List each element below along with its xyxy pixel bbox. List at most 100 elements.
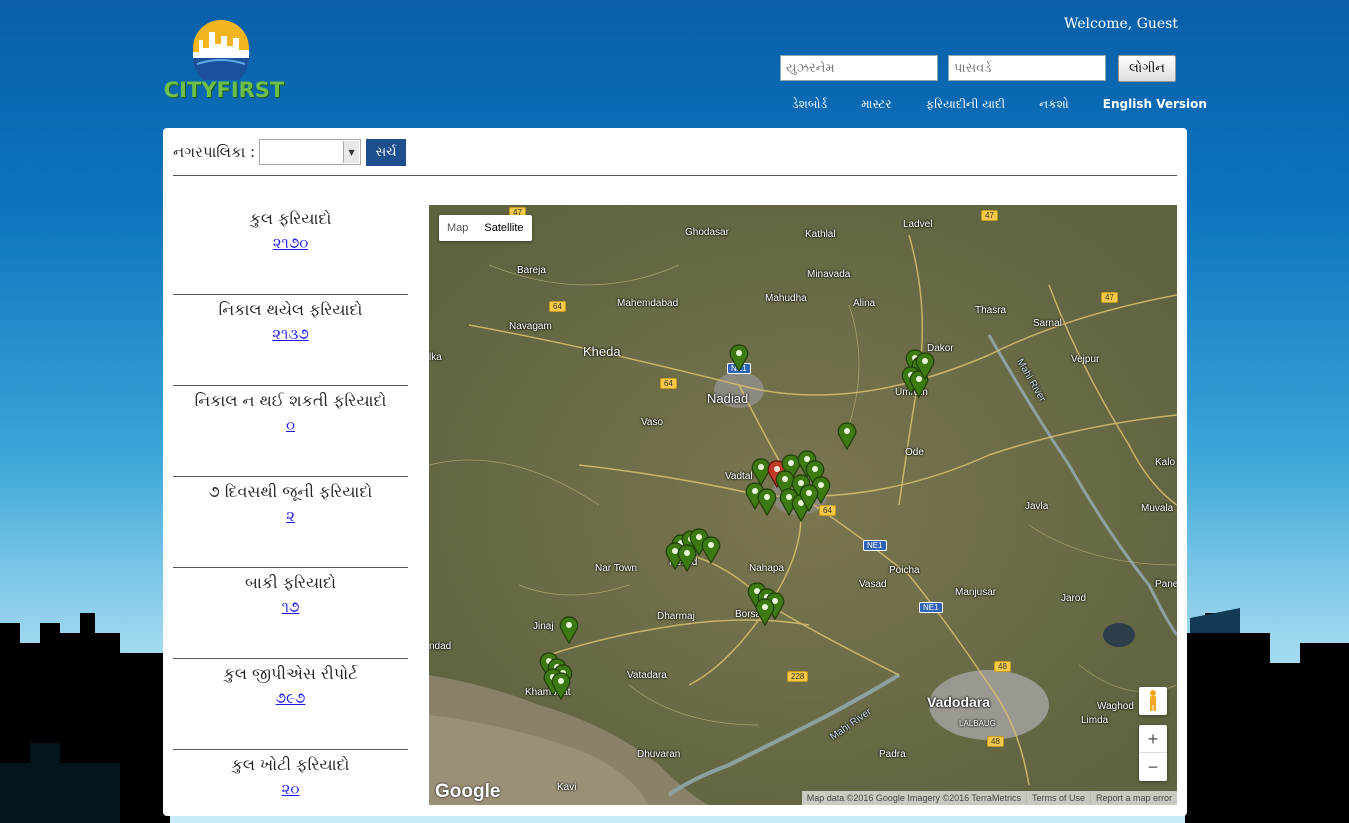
stat-label: ૭ દિવસથી જૂની ફરિયાદો [208,482,373,501]
password-input[interactable] [948,55,1106,81]
place-label: Jinaj [533,621,554,632]
place-label: Dhuvaran [637,749,681,760]
municipality-label: નગરપાલિકા : [173,143,256,161]
stat-false-complaints: કુલ ખોટી ફરિયાદો ૨૦ [173,750,408,823]
stat-value-link[interactable]: ૨ [286,507,295,525]
map-attribution: Map data ©2016 Google Imagery ©2016 Terr… [801,791,1177,805]
divider [173,175,1177,176]
place-label: Vadodara [927,694,991,710]
chevron-down-icon[interactable]: ▼ [343,141,360,163]
nav-map[interactable]: નકશો [1039,97,1069,112]
report-map-error-link[interactable]: Report a map error [1089,791,1177,805]
place-label: Vadtal [725,471,753,482]
map-data-credit: Map data ©2016 Google Imagery ©2016 Terr… [806,793,1021,803]
place-label: Minavada [807,269,851,280]
nav-master[interactable]: માસ્ટર [861,97,892,112]
place-label: Mahemdabad [617,298,679,309]
municipality-select[interactable]: ▼ [259,139,362,165]
main-panel: નગરપાલિકા : ▼ સર્ચ કુલ ફરિયાદો ૨૧૭૦ નિકા… [163,128,1187,816]
place-label: LALBAUG [959,719,996,728]
place-label: Nahapa [749,563,785,574]
place-label: Javla [1025,501,1049,512]
place-label: Vaso [641,417,664,428]
place-label: Bareja [517,265,546,276]
place-label: Nadiad [707,391,749,406]
map-type-satellite-button[interactable]: Satellite [476,215,531,241]
stat-pending-complaints: બાકી ફરિયાદો ૧૭ [173,568,408,659]
stat-value-link[interactable]: ૨૧૩૭ [272,325,309,343]
login-form: લોગીન [780,55,1176,82]
place-label: Vatadara [627,670,667,681]
stat-older-than-7-days: ૭ દિવસથી જૂની ફરિયાદો ૨ [173,477,408,568]
place-label: Jarod [1061,593,1087,604]
stat-value-link[interactable]: ૨૧૭૦ [273,234,309,252]
stat-value-link[interactable]: ૨૦ [282,780,300,798]
welcome-text: Welcome, Guest [1063,16,1178,32]
stat-total-complaints: કુલ ફરિયાદો ૨૧૭૦ [173,204,408,295]
highway-shield: 48 [987,736,1004,747]
stat-value-link[interactable]: ૦ [286,416,295,434]
place-label: Dharmaj [657,611,695,622]
stat-label: બાકી ફરિયાદો [244,573,336,592]
place-label: Poicha [889,565,920,576]
stat-resolved-complaints: નિકાલ થયેલ ફરિયાદો ૨૧૩૭ [173,295,408,386]
place-label: Khambhat [525,687,571,698]
place-label: Sarnal [1033,318,1062,329]
place-label: lka [429,352,442,363]
zoom-control: + − [1139,725,1167,781]
place-label: Kathlal [805,229,836,240]
highway-shield: 47 [1101,292,1118,303]
place-label: Vasad [859,579,887,590]
stat-label: નિકાલ થયેલ ફરિયાદો [218,300,363,319]
nav-complainant-list[interactable]: ફરિયાદીની યાદી [926,97,1006,112]
place-label: Ladvel [903,219,933,230]
highway-shield: NE1 [863,540,887,551]
place-label: Manjusar [955,587,997,598]
nav-dashboard[interactable]: ડેશબોર્ડ [792,97,827,112]
place-label: ndad [429,641,452,652]
place-label: Umreth [895,387,928,398]
highway-shield: 47 [981,210,998,221]
map-type-control: Map Satellite [439,215,532,241]
stat-value-link[interactable]: ૭૯૭ [276,689,306,707]
google-logo[interactable]: Google [435,781,500,803]
place-label: Kalo [1155,457,1176,468]
logo-text: CITYFIRST [163,78,285,102]
login-button[interactable]: લોગીન [1118,55,1176,82]
highway-shield: 64 [660,378,677,389]
pegman-icon[interactable] [1139,687,1167,715]
stat-value-link[interactable]: ૧૭ [282,598,300,616]
nav-english-version[interactable]: English Version [1103,97,1207,112]
place-label: Petlad [669,557,698,568]
place-label: Alina [853,298,876,309]
highway-shield: NE1 [919,602,943,613]
stat-unresolvable-complaints: નિકાલ ન થઈ શકતી ફરિયાદો ૦ [173,386,408,477]
zoom-in-button[interactable]: + [1139,725,1167,753]
place-label: Nar Town [595,563,638,574]
cityfirst-logo[interactable]: CITYFIRST [163,18,285,108]
search-button[interactable]: સર્ચ [366,138,407,166]
stats-list: કુલ ફરિયાદો ૨૧૭૦ નિકાલ થયેલ ફરિયાદો ૨૧૩૭… [173,204,408,823]
stat-label: કુલ ફરિયાદો [249,209,332,228]
stat-label: નિકાલ ન થઈ શકતી ફરિયાદો [194,391,387,410]
place-label: Ghodasar [685,227,729,238]
place-label: Waghod [1097,701,1134,712]
username-input[interactable] [780,55,938,81]
zoom-out-button[interactable]: − [1139,753,1167,781]
place-label: Pane [1155,579,1177,590]
place-label: Kheda [583,344,621,359]
main-nav: ડેશબોર્ડ માસ્ટર ફરિયાદીની યાદી નકશો Engl… [792,97,1207,112]
highway-shield: 64 [549,301,566,312]
place-label: Muvala [1141,503,1174,514]
place-label: Kavi [557,782,577,793]
map-type-map-button[interactable]: Map [439,215,476,241]
stat-gps-reports: કુલ જીપીએસ રીપોર્ટ ૭૯૭ [173,659,408,750]
place-label: Vejpur [1071,354,1100,365]
highway-shield: 48 [994,661,1011,672]
filter-row: નગરપાલિકા : ▼ સર્ચ [173,138,407,166]
place-label: Ode [905,447,924,458]
terms-of-use-link[interactable]: Terms of Use [1025,791,1090,805]
highway-shield: 228 [787,671,809,682]
place-label: Limda [1081,715,1109,726]
map-view[interactable]: Ghodasar Kathlal Ladvel Bareja Minavada … [429,205,1177,805]
